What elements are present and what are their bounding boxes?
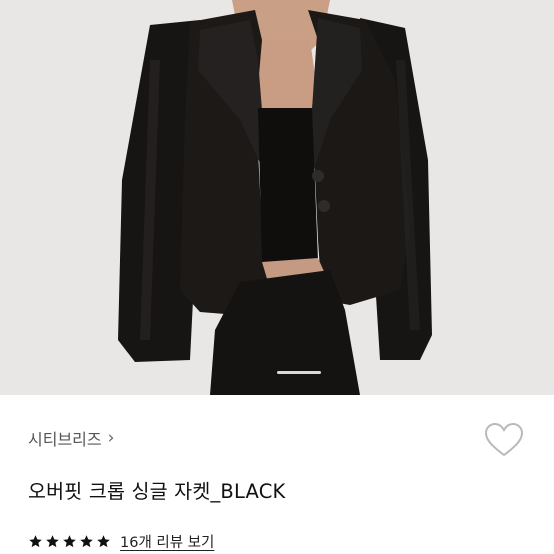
review-count-link[interactable]: 16개 리뷰 보기 xyxy=(120,531,214,552)
brand-link[interactable]: 시티브리즈 › xyxy=(28,426,114,450)
wishlist-button[interactable] xyxy=(484,422,524,458)
product-photo-illustration xyxy=(0,0,554,395)
heart-outline-icon xyxy=(484,422,524,457)
product-image[interactable] xyxy=(0,0,554,395)
chevron-right-icon: › xyxy=(107,427,115,448)
star-icon xyxy=(46,535,59,548)
star-rating xyxy=(28,534,111,549)
star-icon xyxy=(80,535,93,548)
star-icon xyxy=(29,535,42,548)
pager-thumb xyxy=(277,371,321,374)
image-pager xyxy=(0,371,554,374)
product-info: 시티브리즈 › 오버핏 크롭 싱글 자켓_BLACK 16개 리뷰 보기 xyxy=(0,395,554,554)
brand-name: 시티브리즈 xyxy=(28,430,102,449)
product-title: 오버핏 크롭 싱글 자켓_BLACK xyxy=(28,480,286,503)
star-icon xyxy=(63,535,76,548)
rating-row: 16개 리뷰 보기 xyxy=(28,531,214,552)
star-icon xyxy=(97,535,110,548)
